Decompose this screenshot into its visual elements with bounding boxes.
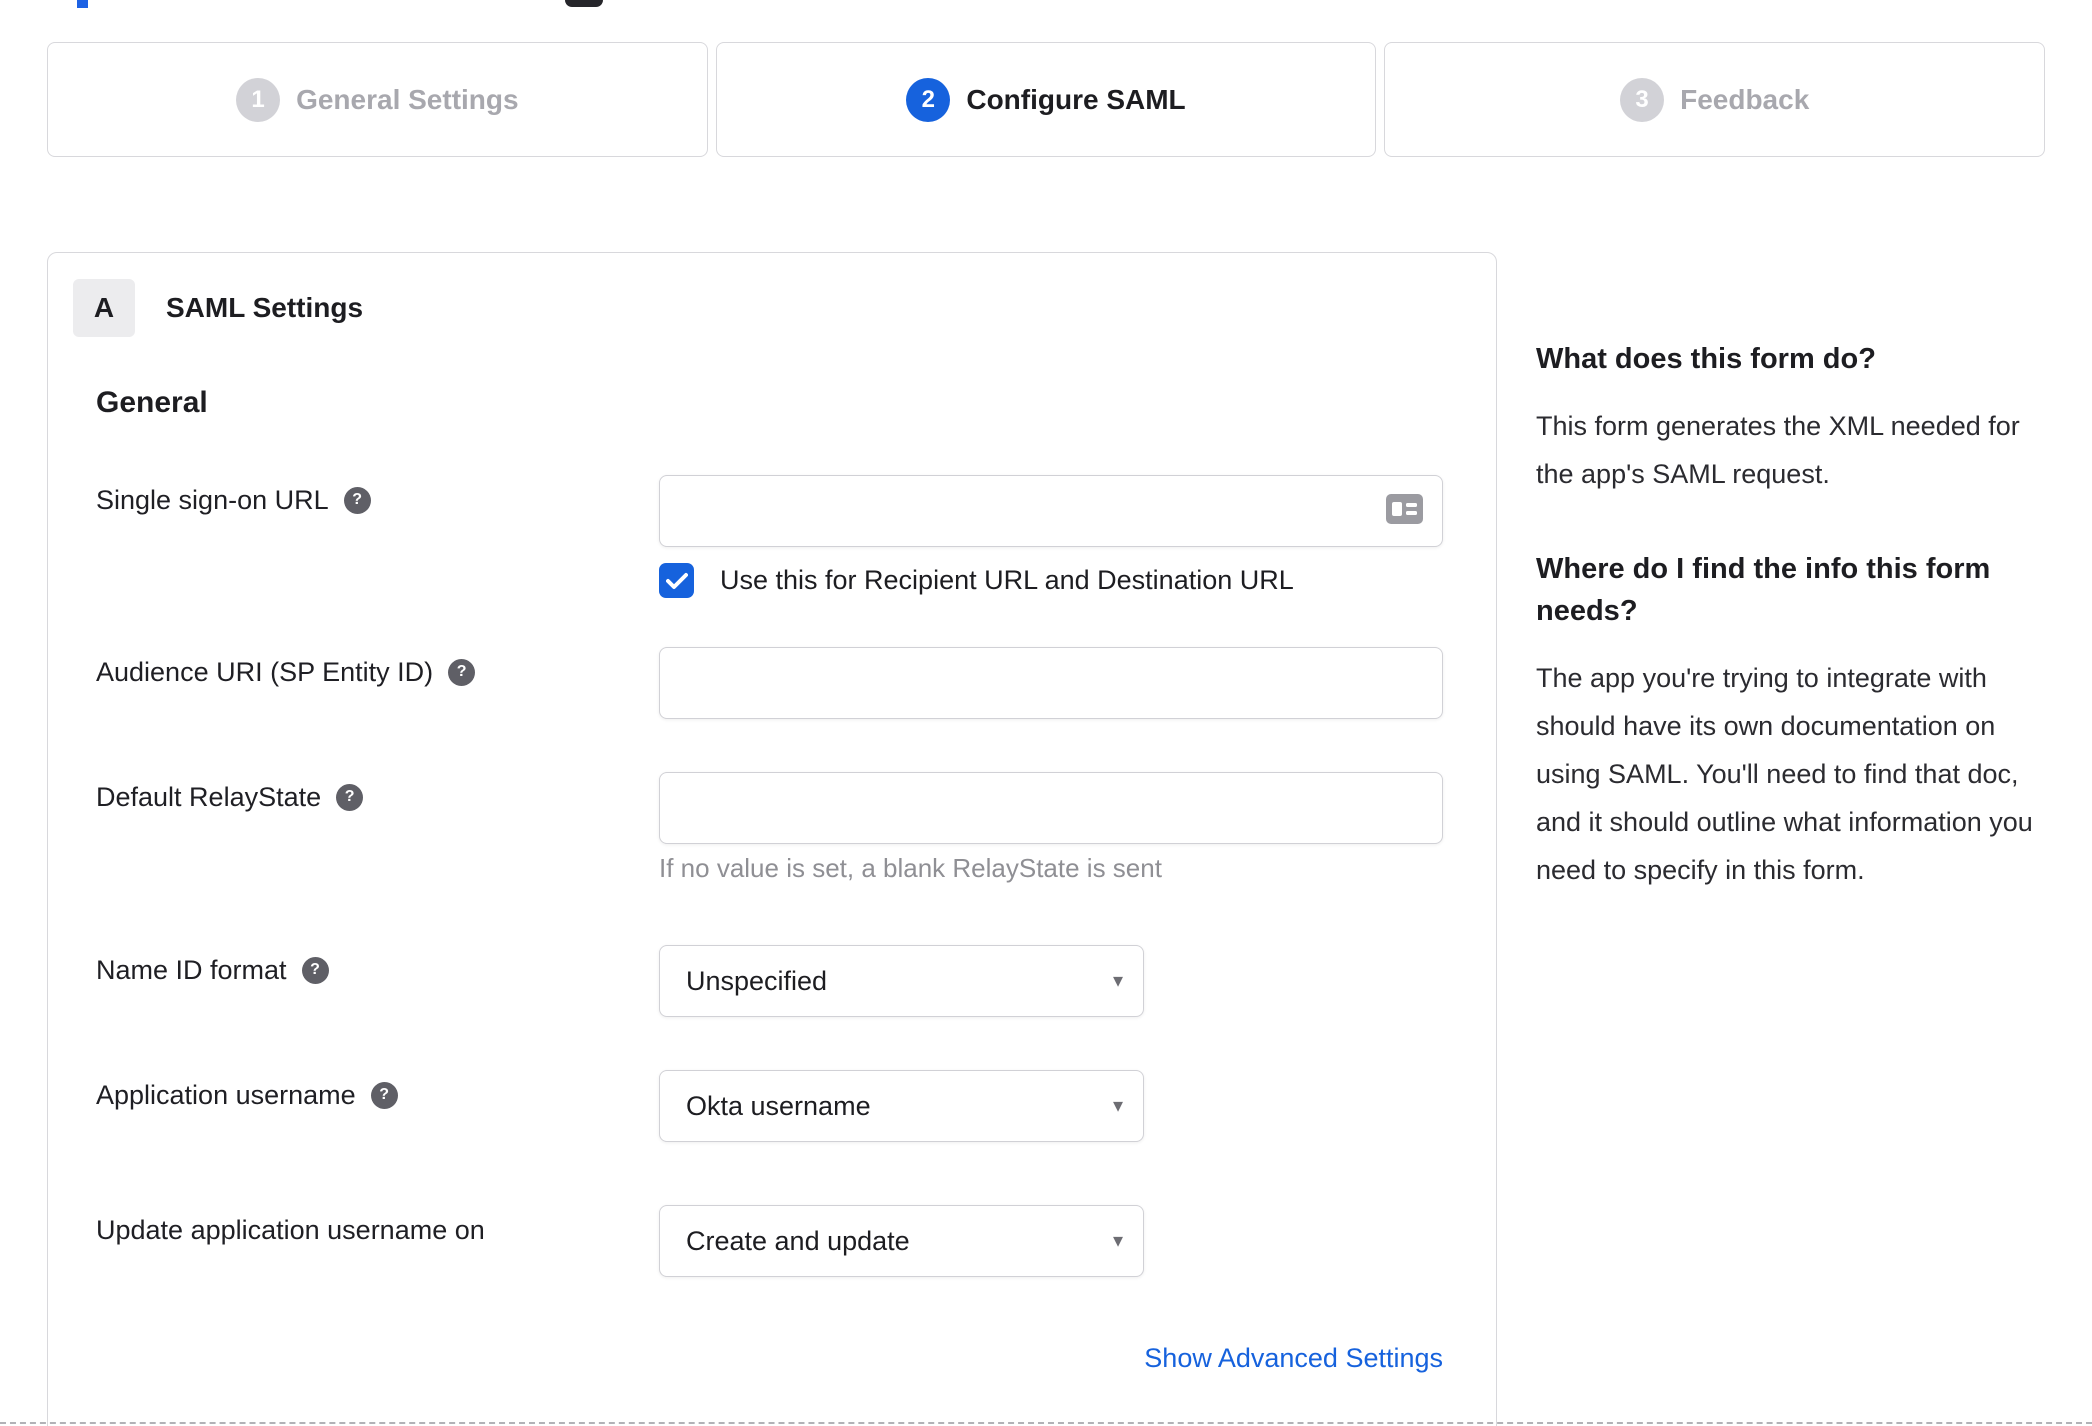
step-3-number-badge: 3 — [1620, 77, 1665, 122]
step-1-label: General Settings — [296, 83, 519, 115]
help-icon[interactable]: ? — [370, 1081, 398, 1109]
default-relaystate-input[interactable] — [659, 772, 1443, 844]
audience-uri-input[interactable] — [659, 647, 1443, 719]
update-application-username-label: Update application username on — [96, 1214, 485, 1245]
step-configure-saml[interactable]: 2 Configure SAML — [715, 42, 1377, 157]
help-sidebar: What does this form do? This form genera… — [1536, 338, 2036, 894]
step-3-label: Feedback — [1680, 83, 1810, 115]
recipient-url-checkbox[interactable] — [659, 563, 694, 598]
step-2-label: Configure SAML — [966, 83, 1186, 115]
recipient-url-checkbox-label: Use this for Recipient URL and Destinati… — [720, 565, 1294, 595]
name-id-format-label: Name ID format — [96, 954, 287, 985]
show-advanced-settings-link[interactable]: Show Advanced Settings — [659, 1343, 1443, 1374]
application-username-label: Application username — [96, 1079, 356, 1110]
chevron-down-icon: ▾ — [1112, 1230, 1123, 1252]
panel-title: SAML Settings — [166, 292, 364, 323]
cutoff-app-logo-fragment — [565, 0, 603, 7]
saml-settings-panel: A SAML Settings General Single sign-on U… — [47, 252, 1497, 1426]
okta-saml-setup-page: 1 General Settings 2 Configure SAML 3 Fe… — [0, 0, 2092, 1426]
sidebar-body-where: The app you're trying to integrate with … — [1536, 663, 2033, 885]
update-application-username-label-wrap: Update application username on — [96, 1205, 485, 1255]
single-sign-on-url-input[interactable] — [659, 475, 1443, 547]
step-1-number-badge: 1 — [236, 77, 281, 122]
step-feedback[interactable]: 3 Feedback — [1384, 42, 2046, 157]
default-relaystate-label-wrap: Default RelayState ? — [96, 772, 364, 822]
general-group-title: General — [96, 386, 208, 419]
wizard-stepper: 1 General Settings 2 Configure SAML 3 Fe… — [47, 42, 2046, 157]
name-id-format-label-wrap: Name ID format ? — [96, 945, 329, 995]
application-username-value: Okta username — [686, 1090, 871, 1121]
bottom-cutoff-divider — [0, 1422, 2092, 1424]
update-application-username-value: Create and update — [686, 1225, 910, 1256]
help-icon[interactable]: ? — [448, 658, 476, 686]
cutoff-blue-tab-fragment — [77, 0, 88, 8]
default-relaystate-label: Default RelayState — [96, 781, 322, 812]
help-icon[interactable]: ? — [336, 783, 364, 811]
sidebar-heading-where: Where do I find the info this form needs… — [1536, 553, 1991, 627]
relaystate-hint: If no value is set, a blank RelayState i… — [659, 853, 1162, 883]
application-username-label-wrap: Application username ? — [96, 1070, 398, 1120]
audience-uri-label-wrap: Audience URI (SP Entity ID) ? — [96, 647, 476, 697]
help-icon[interactable]: ? — [301, 956, 329, 984]
application-username-select[interactable]: Okta username ▾ — [659, 1070, 1144, 1142]
update-application-username-select[interactable]: Create and update ▾ — [659, 1205, 1144, 1277]
single-sign-on-url-label: Single sign-on URL — [96, 484, 329, 515]
name-id-format-value: Unspecified — [686, 965, 828, 996]
single-sign-on-url-label-wrap: Single sign-on URL ? — [96, 475, 371, 525]
name-id-format-select[interactable]: Unspecified ▾ — [659, 945, 1144, 1017]
section-a-badge: A — [73, 279, 135, 337]
help-icon[interactable]: ? — [343, 486, 371, 514]
step-general-settings[interactable]: 1 General Settings — [47, 42, 708, 157]
recipient-url-checkbox-row: Use this for Recipient URL and Destinati… — [659, 563, 1294, 598]
sidebar-body-what: This form generates the XML needed for t… — [1536, 411, 2020, 489]
chevron-down-icon: ▾ — [1112, 970, 1123, 992]
step-2-number-badge: 2 — [906, 77, 951, 122]
chevron-down-icon: ▾ — [1112, 1095, 1123, 1117]
contact-card-icon[interactable] — [1386, 494, 1423, 524]
sidebar-heading-what: What does this form do? — [1536, 343, 1876, 375]
audience-uri-label: Audience URI (SP Entity ID) — [96, 656, 434, 687]
